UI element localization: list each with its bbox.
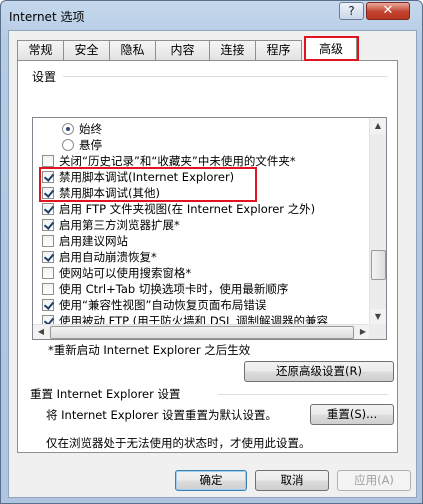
checkbox-unchecked-icon [42, 155, 54, 167]
list-item[interactable]: 禁用脚本调试(Internet Explorer) [42, 169, 234, 185]
tab-advanced[interactable]: 高级 [305, 37, 357, 61]
tab-security[interactable]: 安全 [63, 40, 110, 60]
radio-selected-icon [62, 123, 74, 135]
apply-button[interactable]: 应用(A) [337, 470, 411, 491]
list-item[interactable]: 使用 Ctrl+Tab 切换选项卡时，使用最新顺序 [42, 281, 288, 297]
checkbox-unchecked-icon [42, 283, 54, 295]
dialog-client-area: 常规 安全 隐私 内容 连接 程序 高级 设置 始终 悬停 关闭“历史记录”和“… [8, 30, 417, 498]
checkbox-unchecked-icon [42, 235, 54, 247]
list-item[interactable]: 使网站可以使用搜索窗格* [42, 265, 191, 281]
checkbox-checked-icon [42, 251, 54, 263]
tab-programs[interactable]: 程序 [255, 40, 302, 60]
list-item[interactable]: 禁用脚本调试(其他) [42, 185, 160, 201]
help-button[interactable]: ? [339, 2, 364, 20]
list-item[interactable]: 启用 FTP 文件夹视图(在 Internet Explorer 之外) [42, 201, 315, 217]
restart-note: *重新启动 Internet Explorer 之后生效 [48, 343, 251, 357]
vertical-scroll-thumb[interactable] [371, 250, 386, 280]
reset-button[interactable]: 重置(S)... [310, 404, 394, 425]
tab-content[interactable]: 内容 [155, 40, 210, 60]
settings-group-line [63, 76, 388, 77]
restore-advanced-settings-button[interactable]: 还原高级设置(R) [244, 361, 394, 382]
horizontal-scroll-thumb[interactable] [50, 326, 354, 339]
close-button[interactable]: ✕ [366, 2, 410, 20]
cancel-button[interactable]: 取消 [255, 470, 329, 491]
list-item[interactable]: 悬停 [62, 137, 102, 153]
tab-general[interactable]: 常规 [17, 40, 64, 60]
list-item[interactable]: 启用第三方浏览器扩展* [42, 217, 180, 233]
checkbox-checked-icon [42, 219, 54, 231]
advanced-tab-page: 设置 始终 悬停 关闭“历史记录”和“收藏夹”中未使用的文件夹* 禁用脚本调试(… [17, 60, 398, 453]
vertical-scrollbar[interactable]: ▲ ▼ [369, 118, 386, 325]
checkbox-checked-icon [42, 171, 54, 183]
reset-section-heading: 重置 Internet Explorer 设置 [30, 387, 181, 401]
scroll-left-icon[interactable]: ◀ [33, 325, 49, 339]
scrollbar-corner [369, 324, 386, 339]
checkbox-checked-icon [42, 187, 54, 199]
tab-connections[interactable]: 连接 [209, 40, 256, 60]
reset-note: 仅在浏览器处于无法使用的状态时，才使用此设置。 [46, 436, 311, 450]
checkbox-checked-icon [42, 203, 54, 215]
scroll-up-icon[interactable]: ▲ [370, 118, 386, 134]
reset-group-line [218, 394, 388, 395]
list-item[interactable]: 始终 [62, 121, 102, 137]
list-item[interactable]: 关闭“历史记录”和“收藏夹”中未使用的文件夹* [42, 153, 296, 169]
settings-group-label: 设置 [30, 68, 59, 85]
list-item[interactable]: 启用建议网站 [42, 233, 128, 249]
reset-description: 将 Internet Explorer 设置重置为默认设置。 [46, 408, 278, 422]
settings-list[interactable]: 始终 悬停 关闭“历史记录”和“收藏夹”中未使用的文件夹* 禁用脚本调试(Int… [32, 117, 387, 340]
window-title: Internet 选项 [9, 10, 85, 24]
scroll-down-icon[interactable]: ▼ [370, 309, 386, 325]
horizontal-scrollbar[interactable]: ◀ ▶ [33, 324, 371, 339]
ok-button[interactable]: 确定 [175, 470, 247, 491]
internet-options-window: Internet 选项 ? ✕ 常规 安全 隐私 内容 连接 程序 高级 设置 … [0, 0, 423, 504]
radio-unselected-icon [62, 139, 74, 151]
list-item[interactable]: 启用自动崩溃恢复* [42, 249, 157, 265]
list-item[interactable]: 使用“兼容性视图”自动恢复页面布局错误 [42, 297, 266, 313]
checkbox-unchecked-icon [42, 267, 54, 279]
checkbox-checked-icon [42, 299, 54, 311]
tab-privacy[interactable]: 隐私 [109, 40, 156, 60]
